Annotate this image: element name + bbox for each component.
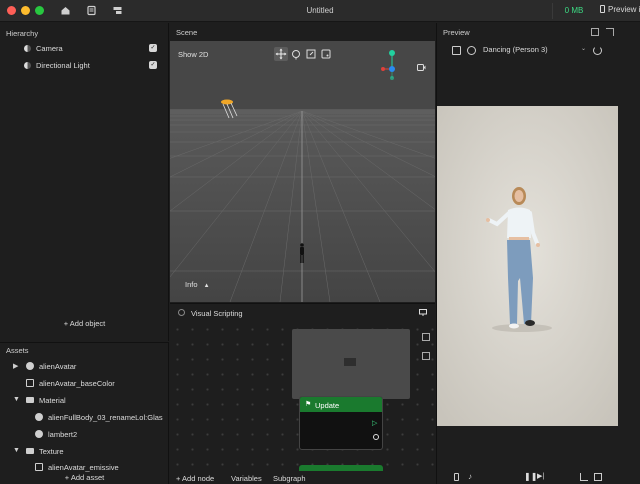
dancing-person-image	[437, 106, 618, 426]
package-icon	[26, 362, 34, 370]
device-icon[interactable]	[452, 46, 461, 55]
asset-item-glass-material[interactable]: alienFullBody_03_renameLol:Glas	[0, 410, 169, 426]
directional-light-gizmo-icon[interactable]	[217, 98, 241, 120]
pause-icon[interactable]: ❚❚	[524, 472, 537, 481]
flag-icon: ⚑	[305, 401, 312, 408]
folder-icon	[26, 448, 34, 454]
exit-icon[interactable]	[606, 28, 614, 36]
asset-label: alienFullBody_03_renameLol:Glas	[48, 413, 163, 422]
asset-label: alienAvatar_emissive	[48, 463, 119, 472]
visibility-checkbox[interactable]: ✓	[149, 44, 157, 52]
collapse-arrow-icon[interactable]: ▼	[13, 396, 20, 403]
pop-out-icon[interactable]	[591, 28, 599, 36]
hierarchy-item-label: Directional Light	[36, 61, 90, 70]
chevron-down-icon: ⌄	[581, 46, 587, 52]
hierarchy-item-camera[interactable]: Camera ✓	[0, 41, 169, 57]
asset-label: lambert2	[48, 430, 78, 439]
asset-label: alienAvatar	[39, 362, 77, 371]
hierarchy-item-directional-light[interactable]: Directional Light ✓	[0, 58, 169, 74]
preview-in-label: Preview in	[608, 5, 640, 14]
update-node-header: ⚑ Update	[300, 397, 382, 412]
asset-item-basecolor[interactable]: alienAvatar_baseColor	[0, 376, 169, 392]
minimap-node-marker	[344, 358, 356, 366]
avatar-figure[interactable]	[298, 243, 306, 263]
asset-label: Texture	[39, 447, 64, 456]
preview-title: Preview	[443, 28, 470, 37]
visual-scripting-footer: + Add node Variables Subgraph	[170, 471, 435, 484]
fit-view-icon[interactable]	[422, 333, 430, 341]
graph-icon	[178, 309, 185, 316]
visual-scripting-panel: Visual Scripting ⚑ Update ▷ + Add node V…	[170, 303, 435, 484]
scale-tool-icon[interactable]	[304, 47, 318, 61]
asset-folder-material[interactable]: ▼ Material	[0, 393, 169, 409]
orientation-gizmo-icon[interactable]	[378, 49, 406, 81]
light-object-icon	[24, 62, 31, 69]
rect-tool-icon[interactable]	[319, 47, 333, 61]
divider	[552, 3, 553, 19]
preview-video	[437, 106, 618, 426]
assets-title: Assets	[6, 346, 29, 355]
variables-tab[interactable]: Variables	[231, 474, 262, 483]
skip-end-icon[interactable]: ▶|	[537, 472, 544, 480]
show-2d-toggle[interactable]: Show 2D	[178, 50, 208, 59]
title-bar: Untitled 0 MB Preview in	[0, 0, 640, 22]
crop-icon[interactable]	[580, 473, 588, 481]
preview-controls: ♪ ❚❚ ▶|	[437, 471, 640, 484]
expand-arrow-icon[interactable]: ▶	[13, 362, 18, 370]
info-label: Info	[185, 280, 198, 289]
screenshot-icon[interactable]	[594, 473, 602, 481]
expand-view-icon[interactable]	[422, 352, 430, 360]
add-node-button[interactable]: + Add node	[176, 474, 214, 483]
phone-icon	[600, 5, 605, 13]
preview-select-value: Dancing (Person 3)	[483, 45, 548, 54]
update-node-title: Update	[315, 401, 340, 410]
hierarchy-panel: Hierarchy Camera ✓ Directional Light ✓ +…	[0, 23, 169, 341]
visual-scripting-title: Visual Scripting	[191, 309, 243, 318]
subgraph-tab[interactable]: Subgraph	[273, 474, 306, 483]
scene-header: Scene	[170, 23, 435, 41]
hierarchy-title: Hierarchy	[6, 29, 39, 38]
preview-in-button[interactable]: Preview in	[600, 5, 640, 14]
scene-viewport[interactable]: Show 2D Info ▲	[170, 41, 435, 302]
move-tool-icon[interactable]	[274, 47, 288, 61]
texture-icon	[26, 379, 34, 387]
material-icon	[35, 430, 43, 438]
memory-usage: 0 MB	[564, 6, 584, 15]
rotate-tool-icon[interactable]	[289, 47, 303, 61]
assets-panel: Assets ▶ alienAvatar alienAvatar_baseCol…	[0, 342, 169, 484]
asset-label: alienAvatar_baseColor	[39, 379, 115, 388]
window-title: Untitled	[306, 6, 334, 15]
tiktok-icon[interactable]: ♪	[468, 472, 472, 481]
texture-icon	[35, 463, 43, 471]
refresh-icon[interactable]	[593, 46, 602, 55]
exec-output-port-icon[interactable]: ▷	[372, 419, 377, 427]
phone-frame-icon[interactable]	[454, 473, 459, 481]
collapse-arrow-icon[interactable]: ▼	[13, 447, 20, 454]
asset-folder-texture[interactable]: ▼ Texture	[0, 444, 169, 460]
folder-icon	[26, 397, 34, 403]
camera-view-icon[interactable]	[417, 64, 426, 71]
preview-panel: Preview Dancing (Person 3) ⌄ ♪ ❚❚ ▶|	[436, 23, 640, 484]
material-icon	[35, 413, 43, 421]
add-object-button[interactable]: + Add object	[0, 319, 169, 328]
add-asset-button[interactable]: + Add asset	[0, 473, 169, 482]
update-node[interactable]: ⚑ Update ▷	[299, 396, 383, 450]
camera-object-icon	[24, 45, 31, 52]
preview-video-select[interactable]: Dancing (Person 3) ⌄	[475, 43, 599, 57]
monitor-icon[interactable]	[419, 309, 427, 316]
asset-item-alienavatar[interactable]: ▶ alienAvatar	[0, 359, 169, 375]
caret-up-icon: ▲	[203, 283, 210, 289]
visual-scripting-header: Visual Scripting	[170, 304, 435, 322]
hierarchy-item-label: Camera	[36, 44, 63, 53]
scene-title: Scene	[176, 28, 198, 37]
asset-label: Material	[39, 396, 66, 405]
asset-item-lambert2[interactable]: lambert2	[0, 427, 169, 443]
data-output-port-icon[interactable]	[373, 434, 379, 440]
info-toggle[interactable]: Info ▲	[185, 280, 210, 289]
visibility-checkbox[interactable]: ✓	[149, 61, 157, 69]
graph-minimap[interactable]	[292, 329, 410, 399]
